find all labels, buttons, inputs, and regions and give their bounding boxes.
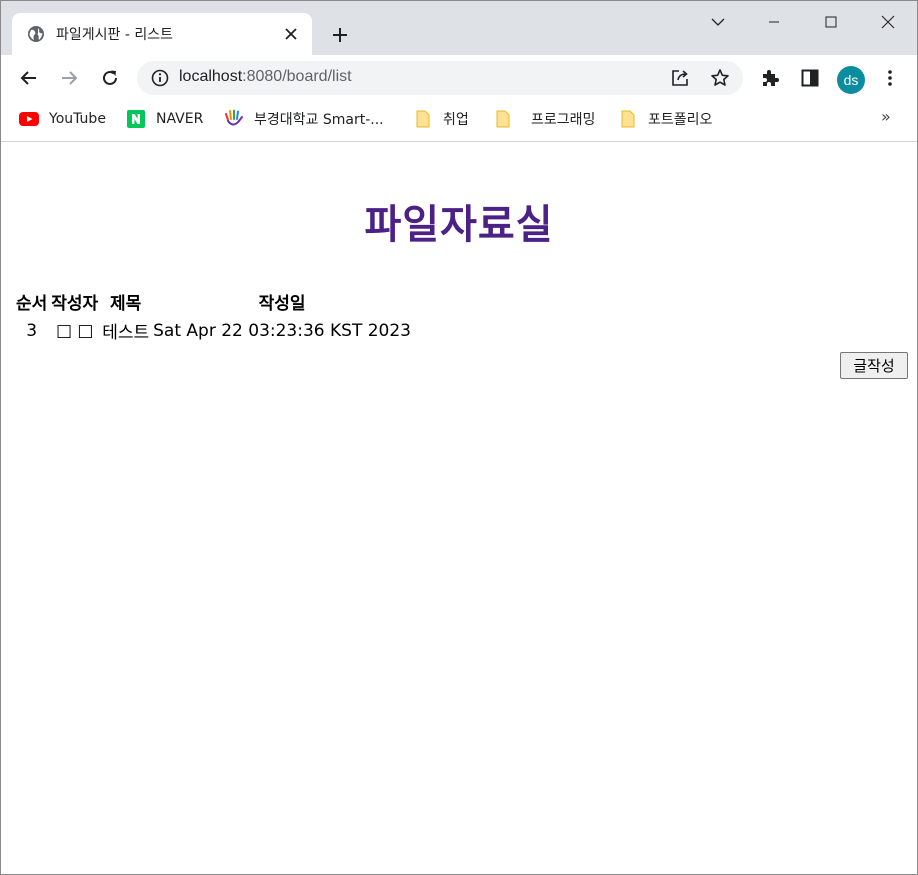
extensions-button[interactable] [755,63,785,93]
share-icon[interactable] [670,68,690,88]
reload-icon [103,70,117,85]
page-content: 파일자료실 순서 작성자 제목 작성일 3 □ □ 테스트 Sat Apr 22… [1,142,917,874]
arrow-left-icon [20,71,36,85]
new-tab-button[interactable] [327,23,353,47]
menu-button[interactable] [875,63,905,93]
reload-button[interactable] [95,63,125,93]
minimize-icon [769,21,779,23]
bookmark-naver[interactable]: NAVER [126,107,203,131]
bookmark-folder-portfolio[interactable]: 포트폴리오 [618,107,712,131]
column-header-subject: 제목 [110,294,142,314]
table-row: 3 □ □ 테스트 Sat Apr 22 03:23:36 KST 2023 [15,317,412,344]
bookmark-youtube[interactable]: YouTube [19,107,106,131]
tab-search-button[interactable] [703,9,733,35]
globe-icon [27,25,45,43]
bookmark-label: 포트폴리오 [648,112,713,128]
window-close-button[interactable] [873,9,903,35]
address-bar[interactable]: localhost:8080/board/list [137,61,743,95]
table-header-row: 순서 작성자 제목 작성일 [15,288,412,315]
column-header-order: 순서 [16,294,48,314]
side-panel-button[interactable] [795,63,825,93]
bookmark-pknu-smart[interactable]: 부경대학교 Smart-... [224,107,384,131]
bookmark-label: 프로그래밍 [531,112,596,128]
side-panel-icon [801,69,819,87]
puzzle-icon [763,70,779,86]
profile-avatar[interactable]: ds [837,66,865,94]
youtube-icon [19,109,39,129]
tab-title: 파일게시판 - 리스트 [56,27,173,43]
cell-subject: 테스트 [102,323,150,343]
tab-strip: 파일게시판 - 리스트 [1,1,917,55]
close-icon [285,28,297,40]
tab-close-button[interactable] [280,23,302,45]
bookmarks-bar: YouTube NAVER 부경대학교 Smart-... 취업 프로그래밍 포… [1,101,917,142]
url-host: localhost [179,68,243,85]
board-table: 순서 작성자 제목 작성일 3 □ □ 테스트 Sat Apr 22 03:23… [13,286,414,346]
chevron-down-icon [711,18,725,26]
bookmarks-overflow-button[interactable]: » [881,107,891,126]
maximize-icon [825,16,837,28]
url-text[interactable]: localhost:8080/board/list [179,68,352,86]
column-header-author: 작성자 [51,294,99,314]
bookmark-label: 취업 [443,112,469,128]
arrow-right-icon [62,71,78,85]
tab-active[interactable]: 파일게시판 - 리스트 [12,13,312,55]
maximize-button[interactable] [816,9,846,35]
bookmark-label: NAVER [156,111,204,127]
column-header-date: 작성일 [258,294,306,314]
back-button[interactable] [14,63,44,93]
write-post-button[interactable]: 글작성 [840,352,908,379]
bookmark-folder-programming[interactable]: 프로그래밍 [493,107,595,131]
cell-author: □ □ [55,320,94,341]
bookmark-folder-jobs[interactable]: 취업 [413,107,469,131]
folder-icon [493,109,513,129]
kebab-menu-icon [888,70,892,86]
bookmark-label: 부경대학교 Smart-... [254,112,384,128]
bookmark-label: YouTube [49,111,106,127]
browser-toolbar: localhost:8080/board/list [1,55,917,101]
info-icon[interactable] [151,69,169,87]
naver-icon [126,109,146,129]
browser-window: 파일게시판 - 리스트 localhost:8080/board/list ds… [0,0,918,875]
hand-logo-icon [224,109,244,129]
bookmark-star-icon[interactable] [710,68,730,88]
page-title: 파일자료실 [364,202,554,248]
close-icon [881,15,895,29]
folder-icon [618,109,638,129]
minimize-button[interactable] [759,9,789,35]
cell-date: Sat Apr 22 03:23:36 KST 2023 [153,320,411,341]
plus-icon [333,28,347,42]
cell-order: 3 [26,320,38,341]
url-path: :8080/board/list [242,68,352,85]
folder-icon [413,109,433,129]
forward-button[interactable] [54,63,84,93]
